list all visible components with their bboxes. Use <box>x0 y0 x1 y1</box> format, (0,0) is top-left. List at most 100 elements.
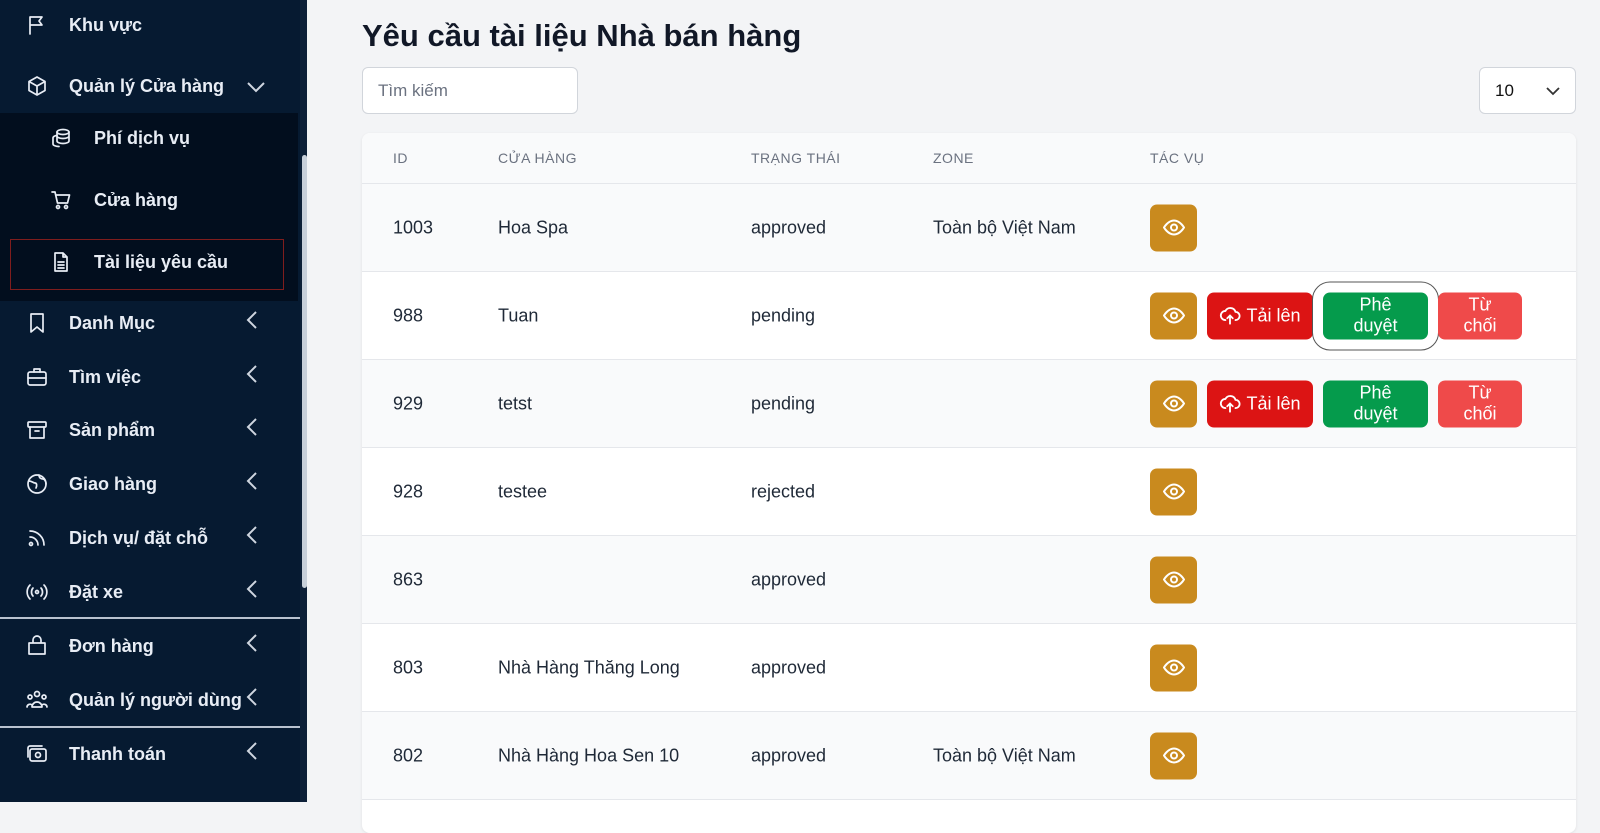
row-actions <box>1150 732 1197 779</box>
sidebar-item-8[interactable]: Giao hàng <box>0 459 290 509</box>
view-button[interactable] <box>1150 468 1197 515</box>
cell-id: 928 <box>393 481 424 501</box>
chevron-left-icon <box>246 471 258 497</box>
cell-id: 802 <box>393 745 424 765</box>
reject-button[interactable]: Từ chối <box>1438 292 1522 339</box>
cell-status: approved <box>751 569 827 589</box>
view-button[interactable] <box>1150 556 1197 603</box>
sidebar: Phí dịch vụ Cửa hàng Tài liệu yêu cầu Khu … <box>0 0 307 802</box>
page-size-value: 10 <box>1495 80 1514 100</box>
chevron-left-icon <box>246 310 258 336</box>
documents-table: ID CỬA HÀNG TRẠNG THÁI ZONE TÁC VỤ 1003 H… <box>362 133 1576 833</box>
view-button[interactable] <box>1150 380 1197 427</box>
cube-icon <box>24 73 50 99</box>
upload-label: Tải lên <box>1246 305 1301 325</box>
approve-button[interactable]: Phê duyệt <box>1323 380 1428 427</box>
sidebar-item-label: Sản phẩm <box>69 419 156 440</box>
bookmark-icon <box>24 310 50 336</box>
eye-icon <box>1162 659 1185 676</box>
sidebar-item-5[interactable]: Danh Mục <box>0 298 290 348</box>
chevron-left-icon <box>246 364 258 390</box>
sidebar-item-label: Đơn hàng <box>69 635 154 656</box>
divider <box>0 726 300 728</box>
sidebar-item-3[interactable]: Cửa hàng <box>0 175 290 225</box>
sidebar-item-11[interactable]: Đơn hàng <box>0 621 290 671</box>
row-actions <box>1150 644 1197 691</box>
cell-store: Hoa Spa <box>498 217 569 237</box>
table-row: 929 tetst pending Tải lên Phê duyệt Từ chối <box>362 360 1576 448</box>
cell-id: 929 <box>393 393 424 413</box>
sidebar-item-label: Dịch vụ/ đặt chỗ <box>69 527 209 548</box>
table-row: 988 Tuan pending Tải lên Phê duyệt Từ chối <box>362 272 1576 360</box>
row-actions <box>1150 556 1197 603</box>
chevron-left-icon <box>246 633 258 659</box>
sidebar-item-9[interactable]: Dịch vụ/ đặt chỗ <box>0 513 290 563</box>
cell-status: pending <box>751 305 816 325</box>
sidebar-item-label: Quản lý người dùng <box>69 689 242 710</box>
col-actions: TÁC VỤ <box>1150 150 1205 166</box>
approve-button[interactable]: Phê duyệt <box>1312 281 1439 350</box>
col-store: CỬA HÀNG <box>498 150 577 166</box>
sidebar-item-7[interactable]: Sản phẩm <box>0 405 290 455</box>
eye-icon <box>1162 571 1185 588</box>
view-button[interactable] <box>1150 292 1197 339</box>
sidebar-item-2[interactable]: Phí dịch vụ <box>0 113 290 163</box>
view-button[interactable] <box>1150 644 1197 691</box>
cell-id: 988 <box>393 305 424 325</box>
cell-status: approved <box>751 217 827 237</box>
scrollbar-thumb[interactable] <box>302 155 307 588</box>
sidebar-item-0[interactable]: Khu vực <box>0 0 290 50</box>
view-button[interactable] <box>1150 204 1197 251</box>
sidebar-item-10[interactable]: Đặt xe <box>0 567 290 617</box>
page-title: Yêu cầu tài liệu Nhà bán hàng <box>362 18 802 53</box>
view-button[interactable] <box>1150 732 1197 779</box>
upload-label: Tải lên <box>1246 393 1301 413</box>
cell-store: tetst <box>498 393 533 413</box>
sidebar-item-label: Quản lý Cửa hàng <box>69 75 225 96</box>
upload-button[interactable]: Tải lên <box>1207 380 1313 427</box>
page-size-select[interactable]: 10 <box>1479 67 1576 114</box>
cell-status: rejected <box>751 481 816 501</box>
chevron-down-icon <box>1546 81 1560 101</box>
approve-label: Phê duyệt <box>1353 294 1398 336</box>
sidebar-item-label: Giao hàng <box>69 473 158 494</box>
upload-button[interactable]: Tải lên <box>1207 292 1313 339</box>
eye-icon <box>1162 219 1185 236</box>
archive-icon <box>24 417 50 443</box>
sidebar-item-label: Danh Mục <box>69 312 156 333</box>
eye-icon <box>1162 483 1185 500</box>
chevron-down-icon <box>246 73 266 99</box>
col-zone: ZONE <box>933 150 974 166</box>
eye-icon <box>1162 307 1185 324</box>
briefcase-icon <box>24 364 50 390</box>
sidebar-item-label: Thanh toán <box>69 743 166 764</box>
cell-store: Nhà Hàng Thăng Long <box>498 657 680 677</box>
cell-id: 1003 <box>393 217 434 237</box>
approve-label: Phê duyệt <box>1353 382 1398 424</box>
sidebar-item-1[interactable]: Quản lý Cửa hàng <box>0 61 290 111</box>
cloud-upload-icon <box>1219 393 1242 415</box>
cell-status: pending <box>751 393 816 413</box>
row-actions: Tải lên Phê duyệt Từ chối <box>1150 380 1522 427</box>
chevron-left-icon <box>246 525 258 551</box>
cell-status: approved <box>751 657 827 677</box>
sidebar-item-13[interactable]: Thanh toán <box>0 729 290 779</box>
sidebar-item-12[interactable]: Quản lý người dùng <box>0 675 290 725</box>
coins-icon <box>48 125 74 151</box>
payment-icon <box>24 741 50 767</box>
chevron-left-icon <box>246 579 258 605</box>
divider <box>0 617 300 619</box>
active-item-outline <box>10 239 284 290</box>
sidebar-item-6[interactable]: Tìm việc <box>0 352 290 402</box>
flag-icon <box>24 12 50 38</box>
table-row: 803 Nhà Hàng Thăng Long approved <box>362 624 1576 712</box>
row-actions <box>1150 204 1197 251</box>
cell-store: Tuan <box>498 305 539 325</box>
sidebar-item-label: Tìm việc <box>69 366 142 387</box>
globe-icon <box>24 471 50 497</box>
reject-button[interactable]: Từ chối <box>1438 380 1522 427</box>
cell-status: approved <box>751 745 827 765</box>
search-input[interactable] <box>362 67 578 114</box>
eye-icon <box>1162 747 1185 764</box>
cell-id: 803 <box>393 657 424 677</box>
